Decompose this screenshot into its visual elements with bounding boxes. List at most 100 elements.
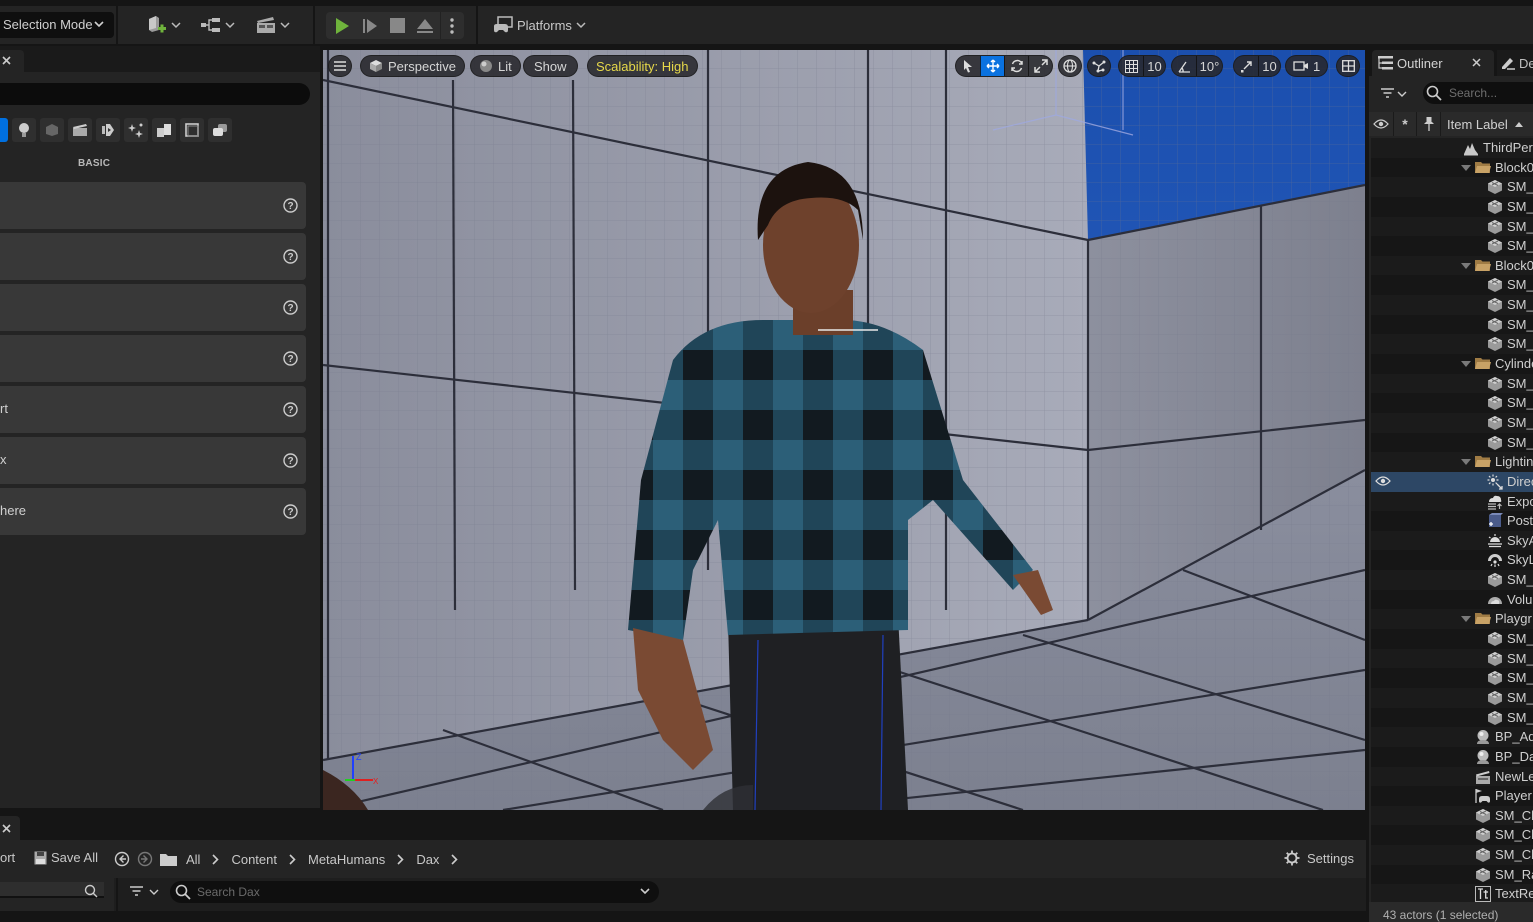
actor-item[interactable]: ? — [0, 335, 306, 382]
help-icon[interactable]: ? — [283, 402, 298, 417]
platforms-button[interactable]: Platforms — [493, 12, 586, 38]
outliner-row[interactable]: SM_ — [1371, 412, 1533, 433]
outliner-row[interactable]: SM_ — [1371, 668, 1533, 688]
viewport-layout-button[interactable] — [1336, 55, 1360, 77]
pinned-column[interactable]: * — [1394, 112, 1417, 136]
rotation-snap-toggle[interactable] — [1172, 56, 1196, 76]
outliner-row[interactable]: SkyL — [1371, 550, 1533, 571]
item-label-column[interactable]: Item Label — [1447, 117, 1524, 132]
category-recently-placed[interactable] — [0, 118, 8, 142]
details-tab[interactable]: De — [1497, 50, 1533, 76]
folder-icon[interactable] — [160, 852, 177, 866]
actor-item[interactable]: rt? — [0, 386, 306, 433]
chevron-down-icon[interactable] — [640, 888, 650, 895]
filter-icon[interactable] — [1381, 88, 1407, 100]
actor-item[interactable]: ? — [0, 182, 306, 229]
outliner-row[interactable]: ThirdPer — [1371, 138, 1533, 158]
outliner-row[interactable]: SM_ — [1371, 216, 1533, 237]
breadcrumb-item[interactable]: All — [186, 852, 200, 867]
grid-snap-value[interactable]: 10 — [1143, 56, 1165, 76]
help-icon[interactable]: ? — [283, 249, 298, 264]
category-cinematic[interactable] — [68, 118, 92, 142]
more-options-icon[interactable] — [450, 17, 454, 35]
outliner-row[interactable]: SM_Ch — [1371, 805, 1533, 826]
pin-column[interactable] — [1417, 112, 1441, 136]
outliner-row[interactable]: SM_ — [1371, 236, 1533, 256]
breadcrumb-item[interactable]: MetaHumans — [308, 852, 385, 867]
forward-icon[interactable] — [137, 851, 153, 867]
close-icon[interactable] — [1472, 58, 1481, 67]
show-button[interactable]: Show — [523, 55, 578, 77]
actor-item[interactable]: ? — [0, 233, 306, 280]
outliner-row[interactable]: SM_Ch — [1371, 845, 1533, 865]
outliner-row[interactable]: Expo — [1371, 491, 1533, 512]
grid-snap-toggle[interactable] — [1119, 56, 1143, 76]
outliner-row[interactable]: SM_ — [1371, 177, 1533, 197]
outliner-folder-row[interactable]: Playgr — [1371, 609, 1533, 630]
outliner-folder-row[interactable]: Lightin — [1371, 452, 1533, 472]
outliner-row[interactable]: SM_ — [1371, 648, 1533, 669]
play-icon[interactable] — [333, 17, 351, 35]
camera-speed-button[interactable]: 1 — [1285, 55, 1329, 77]
actor-item[interactable]: here? — [0, 488, 306, 535]
expand-arrow-icon[interactable] — [1461, 361, 1471, 368]
close-icon[interactable] — [2, 824, 11, 833]
advance-frame-icon[interactable] — [362, 17, 378, 35]
outliner-folder-row[interactable]: Block0 — [1371, 157, 1533, 178]
viewport-options-button[interactable] — [328, 55, 352, 77]
expand-arrow-icon[interactable] — [1461, 616, 1471, 623]
content-search-input[interactable]: Search Dax — [170, 881, 659, 903]
blueprint-button[interactable] — [200, 12, 235, 38]
help-icon[interactable]: ? — [283, 198, 298, 213]
lit-button[interactable]: Lit — [470, 55, 521, 77]
outliner-row[interactable]: SM_Ch — [1371, 825, 1533, 846]
select-tool-button[interactable] — [956, 56, 980, 76]
scale-snap-toggle[interactable] — [1234, 56, 1258, 76]
coordinate-system-button[interactable] — [1058, 55, 1082, 77]
help-icon[interactable]: ? — [283, 453, 298, 468]
help-icon[interactable]: ? — [283, 300, 298, 315]
outliner-row[interactable]: SM_ — [1371, 373, 1533, 394]
chevron-right-icon[interactable] — [451, 853, 459, 865]
translate-tool-button[interactable] — [980, 56, 1004, 76]
outliner-row[interactable]: SM_ — [1371, 432, 1533, 453]
surface-snapping-button[interactable] — [1087, 55, 1111, 77]
category-volumes[interactable] — [124, 118, 148, 142]
outliner-row[interactable]: BP_Da — [1371, 746, 1533, 767]
help-icon[interactable]: ? — [283, 351, 298, 366]
category-lights[interactable] — [12, 118, 36, 142]
expand-arrow-icon[interactable] — [1461, 262, 1471, 269]
chevron-right-icon[interactable] — [212, 853, 220, 865]
eject-icon[interactable] — [416, 17, 434, 35]
scalability-button[interactable]: Scalability: High — [587, 55, 698, 77]
outliner-row[interactable]: Player — [1371, 786, 1533, 806]
add-actor-button[interactable] — [146, 12, 181, 38]
actor-item[interactable]: ? — [0, 284, 306, 331]
outliner-row[interactable]: SM_ — [1371, 393, 1533, 413]
outliner-search-input[interactable]: Search... — [1423, 82, 1533, 104]
category-bsp[interactable] — [208, 118, 232, 142]
chevron-right-icon[interactable] — [289, 853, 296, 865]
scale-snap-value[interactable]: 10 — [1258, 56, 1280, 76]
filter-icon[interactable] — [130, 886, 160, 898]
category-shapes[interactable] — [40, 118, 64, 142]
outliner-row[interactable]: SM_ — [1371, 707, 1533, 728]
chevron-right-icon[interactable] — [397, 853, 404, 865]
visibility-column[interactable] — [1369, 112, 1394, 136]
scale-tool-button[interactable] — [1028, 56, 1052, 76]
outliner-row[interactable]: Volu — [1371, 589, 1533, 610]
outliner-row[interactable]: SkyA — [1371, 530, 1533, 551]
outliner-row[interactable]: SM_ — [1371, 196, 1533, 217]
level-viewport[interactable]: Z X Perspective Lit Show Scalability: Hi… — [323, 50, 1365, 810]
actor-item[interactable]: x? — [0, 437, 306, 484]
outliner-row[interactable]: SM_Ra — [1371, 864, 1533, 885]
category-all-classes[interactable] — [152, 118, 176, 142]
outliner-row[interactable]: Direc — [1371, 471, 1533, 492]
expand-arrow-icon[interactable] — [1461, 164, 1471, 171]
outliner-row[interactable]: NewLe — [1371, 766, 1533, 787]
outliner-row[interactable]: SM_ — [1371, 570, 1533, 590]
expand-arrow-icon[interactable] — [1461, 459, 1471, 466]
outliner-tab[interactable]: Outliner — [1372, 50, 1494, 76]
outliner-row[interactable]: SM_ — [1371, 334, 1533, 355]
place-actors-tab[interactable] — [0, 50, 24, 72]
